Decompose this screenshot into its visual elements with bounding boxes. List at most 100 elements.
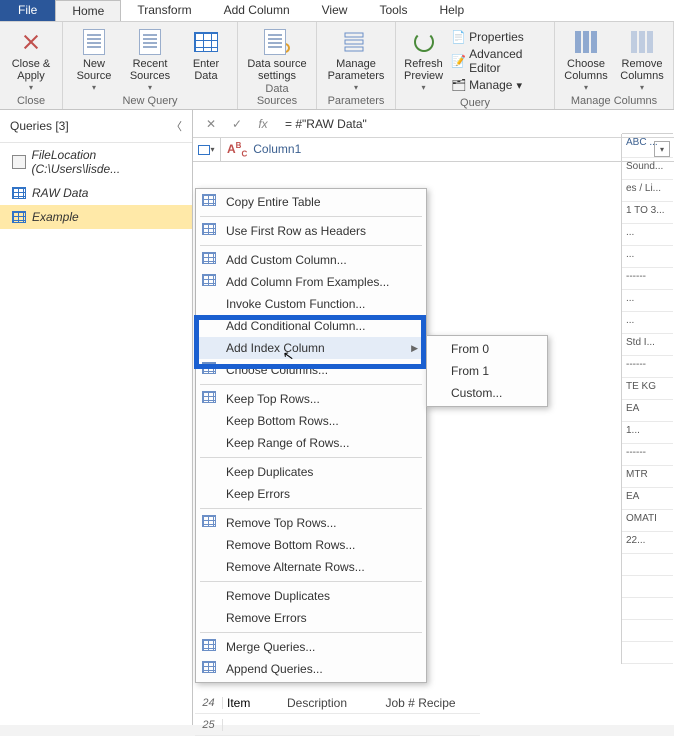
recent-sources-button[interactable]: Recent Sources▾ xyxy=(125,26,175,94)
menu-item[interactable]: Add Conditional Column... xyxy=(196,315,426,337)
cell[interactable]: EA xyxy=(622,400,673,422)
group-label-managecols: Manage Columns xyxy=(561,94,667,107)
menu-item-label: Use First Row as Headers xyxy=(226,224,366,238)
formula-value[interactable]: = #"RAW Data" xyxy=(279,117,666,131)
cell[interactable]: ... xyxy=(622,290,673,312)
menu-item[interactable]: Copy Entire Table xyxy=(196,191,426,213)
query-item[interactable]: RAW Data xyxy=(0,181,192,205)
formula-accept-icon[interactable]: ✓ xyxy=(227,117,247,131)
close-apply-button[interactable]: Close & Apply▾ xyxy=(6,26,56,94)
enter-data-button[interactable]: Enter Data xyxy=(181,26,231,94)
menu-item[interactable]: Invoke Custom Function... xyxy=(196,293,426,315)
menu-item-icon xyxy=(202,515,218,531)
formula-cancel-icon[interactable]: ✕ xyxy=(201,117,221,131)
refresh-preview-button[interactable]: Refresh Preview▾ xyxy=(402,26,445,96)
column-header-partial[interactable]: ABC ... xyxy=(622,134,673,158)
cell[interactable] xyxy=(622,598,673,620)
manage-parameters-button[interactable]: Manage Parameters▾ xyxy=(323,26,389,94)
column-header-column1[interactable]: ABC Column1 ▾ xyxy=(221,141,674,158)
remove-columns-button[interactable]: Remove Columns▾ xyxy=(617,26,667,94)
fx-button[interactable]: fx xyxy=(253,117,273,131)
queries-header[interactable]: Queries [3] 〈 xyxy=(0,110,192,143)
menu-item[interactable]: Remove Top Rows... xyxy=(196,512,426,534)
menu-item-label: Remove Bottom Rows... xyxy=(226,538,355,552)
tab-tools[interactable]: Tools xyxy=(363,0,423,21)
menu-separator xyxy=(200,457,422,458)
tab-view[interactable]: View xyxy=(306,0,364,21)
cell[interactable]: ------ xyxy=(622,444,673,466)
cell[interactable]: MTR xyxy=(622,466,673,488)
menu-item-label: Add Index Column xyxy=(226,341,325,355)
cell: Item xyxy=(223,696,283,710)
menu-item[interactable]: Keep Errors xyxy=(196,483,426,505)
menu-separator xyxy=(200,245,422,246)
cell[interactable]: 1... xyxy=(622,422,673,444)
submenu-item[interactable]: From 0 xyxy=(427,338,547,360)
table-corner-button[interactable]: ▾ xyxy=(193,138,221,161)
menu-item[interactable]: Keep Bottom Rows... xyxy=(196,410,426,432)
tab-help[interactable]: Help xyxy=(423,0,480,21)
cell[interactable]: 22... xyxy=(622,532,673,554)
cell: Description xyxy=(283,696,382,710)
cell[interactable]: 1 TO 3... xyxy=(622,202,673,224)
menu-separator xyxy=(200,632,422,633)
data-header: ▾ ABC Column1 ▾ xyxy=(193,138,674,162)
menu-item[interactable]: Choose Columns... xyxy=(196,359,426,381)
choose-columns-button[interactable]: Choose Columns▾ xyxy=(561,26,611,94)
right-column-strip: ABC ...Sound...es / Li...1 TO 3.........… xyxy=(621,134,673,664)
cell[interactable]: ... xyxy=(622,246,673,268)
ribbon: Close & Apply▾ Close New Source▾ Recent … xyxy=(0,22,674,110)
menu-item[interactable]: Merge Queries... xyxy=(196,636,426,658)
tab-add-column[interactable]: Add Column xyxy=(208,0,306,21)
submenu-item[interactable]: Custom... xyxy=(427,382,547,404)
menu-item[interactable]: Add Index Column▶ xyxy=(196,337,426,359)
editor-icon: 📝 xyxy=(451,54,465,68)
cell[interactable]: Std I... xyxy=(622,334,673,356)
submenu-item[interactable]: From 1 xyxy=(427,360,547,382)
menu-item[interactable]: Remove Alternate Rows... xyxy=(196,556,426,578)
column-name: Column1 xyxy=(253,142,301,156)
properties-icon: 📄 xyxy=(451,30,465,44)
cell[interactable]: ... xyxy=(622,312,673,334)
menu-item[interactable]: Use First Row as Headers xyxy=(196,220,426,242)
data-source-settings-button[interactable]: Data source settings xyxy=(244,26,310,82)
query-label: RAW Data xyxy=(32,186,88,200)
manage-button[interactable]: 🗂Manage ▾ xyxy=(449,77,544,93)
cell[interactable]: ------ xyxy=(622,268,673,290)
parameters-icon xyxy=(343,30,369,54)
file-tab[interactable]: File xyxy=(0,0,55,21)
cell[interactable]: OMATI xyxy=(622,510,673,532)
query-item[interactable]: Example xyxy=(0,205,192,229)
cell[interactable]: TE KG xyxy=(622,378,673,400)
menu-item[interactable]: Add Column From Examples... xyxy=(196,271,426,293)
menu-item[interactable]: Keep Top Rows... xyxy=(196,388,426,410)
cell[interactable] xyxy=(622,620,673,642)
menu-item[interactable]: Keep Range of Rows... xyxy=(196,432,426,454)
properties-button[interactable]: 📄Properties xyxy=(449,29,544,45)
chevron-left-icon[interactable]: 〈 xyxy=(171,118,182,134)
cell[interactable] xyxy=(622,576,673,598)
menu-item-label: Append Queries... xyxy=(226,662,323,676)
menu-item[interactable]: Remove Bottom Rows... xyxy=(196,534,426,556)
menu-item[interactable]: Add Custom Column... xyxy=(196,249,426,271)
advanced-editor-button[interactable]: 📝Advanced Editor xyxy=(449,46,544,76)
menu-item[interactable]: Keep Duplicates xyxy=(196,461,426,483)
cell[interactable]: es / Li... xyxy=(622,180,673,202)
cell[interactable]: Sound... xyxy=(622,158,673,180)
manage-icon: 🗂 xyxy=(451,78,465,92)
tab-home[interactable]: Home xyxy=(55,0,121,21)
menu-item-label: Keep Bottom Rows... xyxy=(226,414,339,428)
close-icon xyxy=(19,30,43,54)
new-source-button[interactable]: New Source▾ xyxy=(69,26,119,94)
cell[interactable]: ------ xyxy=(622,356,673,378)
cell[interactable]: ... xyxy=(622,224,673,246)
query-item[interactable]: FileLocation (C:\Users\lisde... xyxy=(0,143,192,181)
tab-transform[interactable]: Transform xyxy=(121,0,207,21)
cell[interactable] xyxy=(622,642,673,664)
menu-item-label: Remove Errors xyxy=(226,611,307,625)
menu-item[interactable]: Remove Errors xyxy=(196,607,426,629)
cell[interactable]: EA xyxy=(622,488,673,510)
menu-item[interactable]: Append Queries... xyxy=(196,658,426,680)
cell[interactable] xyxy=(622,554,673,576)
menu-item[interactable]: Remove Duplicates xyxy=(196,585,426,607)
